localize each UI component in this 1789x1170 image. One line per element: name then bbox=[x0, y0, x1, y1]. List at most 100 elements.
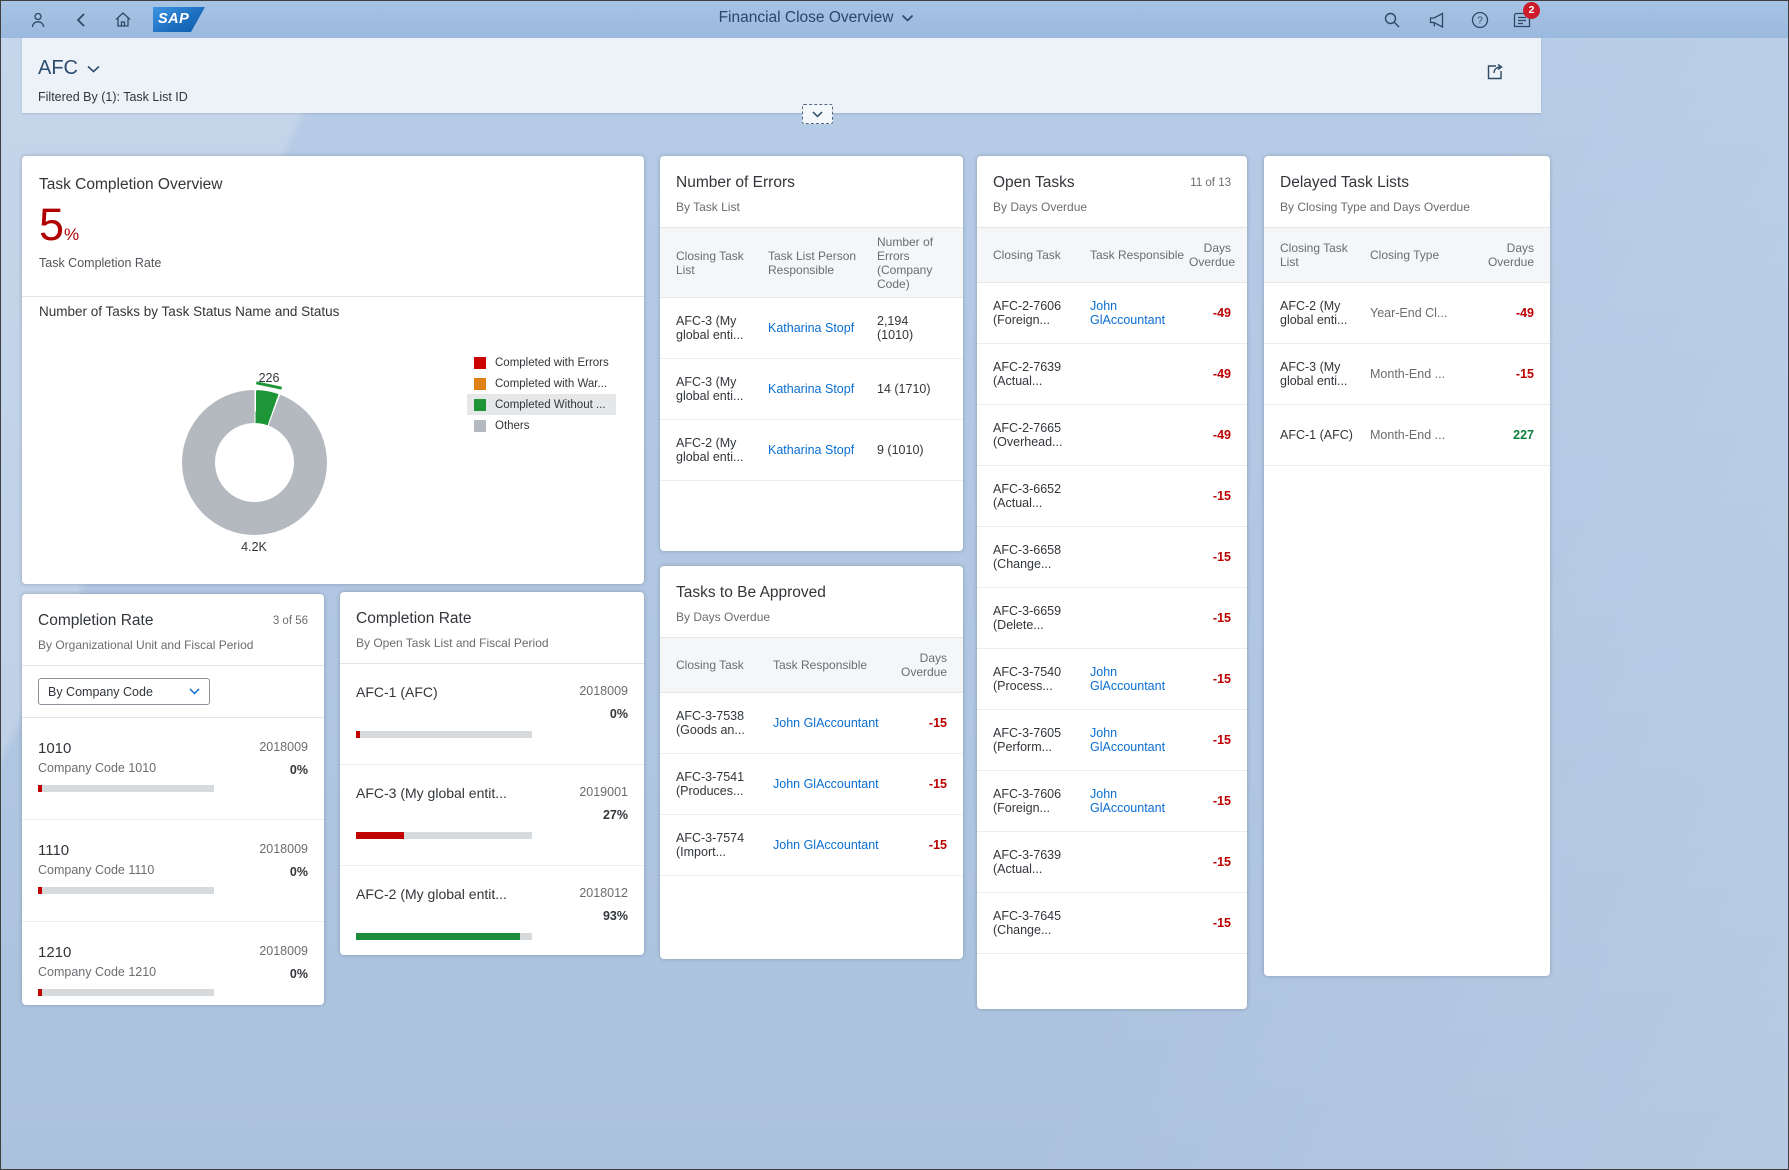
legend-item[interactable]: Others bbox=[467, 415, 616, 436]
column-header: Days Overdue bbox=[1478, 241, 1534, 269]
variant-selector[interactable]: AFC bbox=[38, 57, 100, 80]
notifications-icon[interactable]: 2 bbox=[1509, 8, 1535, 32]
table-row[interactable]: AFC-3-6652 (Actual... -15 bbox=[977, 466, 1247, 527]
donut-chart[interactable] bbox=[182, 390, 327, 535]
column-header: Closing Task List bbox=[1280, 241, 1370, 269]
legend-swatch bbox=[474, 399, 486, 411]
closing-type-cell: Month-End ... bbox=[1370, 367, 1478, 381]
progress-bar bbox=[38, 989, 214, 996]
card-number-of-errors[interactable]: Number of Errors By Task List Closing Ta… bbox=[660, 156, 963, 551]
person-responsible-link[interactable]: Katharina Stopf bbox=[768, 321, 877, 335]
task-responsible-link[interactable]: John GlAccountant bbox=[1090, 787, 1189, 815]
days-overdue-value: -49 bbox=[1478, 306, 1534, 320]
announcement-icon[interactable] bbox=[1423, 8, 1449, 32]
sap-logo: SAP bbox=[153, 7, 205, 32]
task-responsible-link[interactable]: John GlAccountant bbox=[1090, 726, 1189, 754]
table-row[interactable]: AFC-3-7605 (Perform... John GlAccountant… bbox=[977, 710, 1247, 771]
card-task-completion-overview[interactable]: Task Completion Overview 5% Task Complet… bbox=[22, 156, 644, 584]
list-item[interactable]: 1110 Company Code 1110 2018009 0% bbox=[22, 820, 324, 922]
task-responsible-link[interactable]: John GlAccountant bbox=[773, 716, 901, 730]
app-title-menu[interactable]: Financial Close Overview bbox=[719, 9, 914, 27]
completion-percent: 27% bbox=[603, 808, 628, 822]
variant-title: AFC bbox=[38, 57, 78, 80]
table-row[interactable]: AFC-3-7541 (Produces... John GlAccountan… bbox=[660, 754, 963, 815]
completion-percent: 0% bbox=[290, 763, 308, 777]
table-row[interactable]: AFC-2 (My global enti... Katharina Stopf… bbox=[660, 420, 963, 481]
list-item[interactable]: 1210 Company Code 1210 2018009 0% bbox=[22, 922, 324, 1005]
list-item[interactable]: AFC-3 (My global entit... 2019001 27% bbox=[340, 765, 644, 866]
closing-task-cell: AFC-3-7540 (Process... bbox=[993, 665, 1090, 693]
progress-bar bbox=[38, 785, 214, 792]
card-header: Open Tasks 11 of 13 By Days Overdue bbox=[977, 156, 1247, 214]
closing-task-list-cell: AFC-3 (My global enti... bbox=[676, 314, 768, 342]
closing-task-list-cell: AFC-1 (AFC) bbox=[1280, 428, 1370, 442]
closing-task-list-cell: AFC-3 (My global enti... bbox=[1280, 360, 1370, 388]
days-overdue-value: -15 bbox=[1189, 489, 1231, 503]
legend-item[interactable]: Completed with Errors bbox=[467, 352, 616, 373]
company-code-select[interactable]: By Company Code bbox=[38, 678, 210, 705]
help-icon[interactable]: ? bbox=[1467, 8, 1493, 32]
table-row[interactable]: AFC-2-7665 (Overhead... -49 bbox=[977, 405, 1247, 466]
table-row[interactable]: AFC-3-7606 (Foreign... John GlAccountant… bbox=[977, 771, 1247, 832]
list-item[interactable]: 1010 Company Code 1010 2018009 0% bbox=[22, 718, 324, 820]
list-item[interactable]: AFC-1 (AFC) 2018009 0% bbox=[340, 664, 644, 765]
divider bbox=[22, 296, 644, 297]
table-row[interactable]: AFC-1 (AFC) Month-End ... 227 bbox=[1264, 405, 1550, 466]
legend-label: Completed Without ... bbox=[495, 399, 606, 411]
collapse-header-button[interactable] bbox=[802, 104, 833, 124]
column-header: Number of Errors (Company Code) bbox=[877, 235, 947, 291]
table-row[interactable]: AFC-2-7639 (Actual... -49 bbox=[977, 344, 1247, 405]
table-row[interactable]: AFC-3 (My global enti... Katharina Stopf… bbox=[660, 298, 963, 359]
legend-item[interactable]: Completed with War... bbox=[467, 373, 616, 394]
share-icon[interactable] bbox=[1483, 60, 1507, 84]
card-header: Completion Rate By Open Task List and Fi… bbox=[340, 592, 644, 664]
progress-fill bbox=[356, 731, 360, 738]
legend-swatch bbox=[474, 378, 486, 390]
table-row[interactable]: AFC-3-7574 (Import... John GlAccountant … bbox=[660, 815, 963, 876]
table-row[interactable]: AFC-3 (My global enti... Month-End ... -… bbox=[1264, 344, 1550, 405]
legend-label: Completed with War... bbox=[495, 378, 607, 390]
search-icon[interactable] bbox=[1379, 8, 1405, 32]
closing-task-cell: AFC-3-7645 (Change... bbox=[993, 909, 1090, 937]
progress-bar bbox=[356, 832, 532, 839]
legend-item[interactable]: Completed Without ... bbox=[467, 394, 616, 415]
list-item[interactable]: AFC-2 (My global entit... 2018012 93% bbox=[340, 866, 644, 955]
card-title: Number of Errors bbox=[676, 174, 947, 192]
person-responsible-link[interactable]: Katharina Stopf bbox=[768, 382, 877, 396]
table-row[interactable]: AFC-3-7639 (Actual... -15 bbox=[977, 832, 1247, 893]
column-header: Closing Task List bbox=[676, 249, 768, 277]
table-row[interactable]: AFC-3-6659 (Delete... -15 bbox=[977, 588, 1247, 649]
chevron-down-icon bbox=[901, 14, 913, 22]
svg-text:?: ? bbox=[1477, 16, 1483, 27]
card-header: Tasks to Be Approved By Days Overdue bbox=[660, 566, 963, 624]
user-profile-icon[interactable] bbox=[25, 8, 51, 32]
legend-swatch bbox=[474, 420, 486, 432]
back-icon[interactable] bbox=[68, 8, 94, 32]
closing-task-cell: AFC-2-7606 (Foreign... bbox=[993, 299, 1090, 327]
card-completion-rate-org-unit[interactable]: Completion Rate 3 of 56 By Organizationa… bbox=[22, 594, 324, 1005]
card-open-tasks[interactable]: Open Tasks 11 of 13 By Days Overdue Clos… bbox=[977, 156, 1247, 1009]
task-responsible-link[interactable]: John GlAccountant bbox=[773, 777, 901, 791]
task-responsible-link[interactable]: John GlAccountant bbox=[1090, 299, 1189, 327]
table-row[interactable]: AFC-3-7645 (Change... -15 bbox=[977, 893, 1247, 954]
kpi-unit: % bbox=[64, 225, 79, 244]
card-subtitle: By Days Overdue bbox=[993, 200, 1231, 214]
table-row[interactable]: AFC-2 (My global enti... Year-End Cl... … bbox=[1264, 283, 1550, 344]
table-row[interactable]: AFC-3-7538 (Goods an... John GlAccountan… bbox=[660, 693, 963, 754]
days-overdue-value: -15 bbox=[901, 838, 947, 852]
table-row[interactable]: AFC-3 (My global enti... Katharina Stopf… bbox=[660, 359, 963, 420]
shell-header: SAP Financial Close Overview ? 2 bbox=[1, 1, 1788, 38]
task-responsible-link[interactable]: John GlAccountant bbox=[1090, 665, 1189, 693]
card-tasks-to-be-approved[interactable]: Tasks to Be Approved By Days Overdue Clo… bbox=[660, 566, 963, 959]
person-responsible-link[interactable]: Katharina Stopf bbox=[768, 443, 877, 457]
table-row[interactable]: AFC-2-7606 (Foreign... John GlAccountant… bbox=[977, 283, 1247, 344]
progress-fill bbox=[356, 933, 520, 940]
task-responsible-link[interactable]: John GlAccountant bbox=[773, 838, 901, 852]
table-row[interactable]: AFC-3-7540 (Process... John GlAccountant… bbox=[977, 649, 1247, 710]
card-completion-rate-task-list[interactable]: Completion Rate By Open Task List and Fi… bbox=[340, 592, 644, 955]
table-row[interactable]: AFC-3-6658 (Change... -15 bbox=[977, 527, 1247, 588]
completion-percent: 0% bbox=[290, 865, 308, 879]
column-header: Task Responsible bbox=[1090, 248, 1189, 262]
card-delayed-task-lists[interactable]: Delayed Task Lists By Closing Type and D… bbox=[1264, 156, 1550, 976]
home-icon[interactable] bbox=[110, 8, 136, 32]
